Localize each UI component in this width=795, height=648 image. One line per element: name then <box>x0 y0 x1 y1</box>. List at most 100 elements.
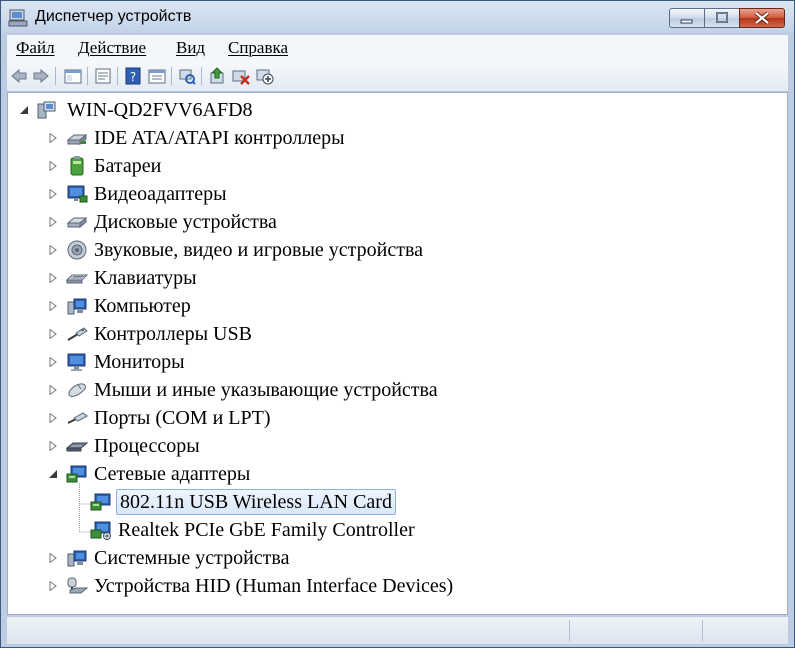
expand-arrow-icon[interactable] <box>48 161 58 171</box>
tree-category[interactable]: Устройства HID (Human Interface Devices) <box>48 573 648 599</box>
expand-arrow-icon[interactable] <box>48 413 58 423</box>
ide-controller-icon <box>66 133 88 146</box>
monitor-icon <box>67 353 86 371</box>
tree-category-network-adapters[interactable]: Сетевые адаптеры <box>48 461 648 487</box>
tree-category[interactable]: Мониторы <box>48 349 648 375</box>
collapse-arrow-icon[interactable] <box>48 469 58 479</box>
tree-category[interactable]: Мыши и иные указывающие устройства <box>48 377 648 403</box>
minimize-button[interactable] <box>669 8 705 28</box>
expand-arrow-icon[interactable] <box>48 217 58 227</box>
category-label: Мониторы <box>94 351 185 373</box>
scan-hardware-icon[interactable] <box>178 67 196 85</box>
hid-icon <box>67 577 88 594</box>
tree-category[interactable]: IDE ATA/ATAPI контроллеры <box>48 125 648 151</box>
close-icon <box>754 11 770 25</box>
category-label: Порты (COM и LPT) <box>94 407 271 429</box>
category-label: Контроллеры USB <box>94 323 252 345</box>
forward-arrow-icon[interactable] <box>32 67 50 85</box>
action-pane-icon[interactable] <box>148 67 166 85</box>
tree-category[interactable]: Компьютер <box>48 293 648 319</box>
tree-category[interactable]: Видеоадаптеры <box>48 181 648 207</box>
back-arrow-icon[interactable] <box>10 67 28 85</box>
expand-arrow-icon[interactable] <box>48 357 58 367</box>
expand-arrow-icon[interactable] <box>48 273 58 283</box>
tree-category[interactable]: Звуковые, видео и игровые устройства <box>48 237 648 263</box>
root-label: WIN-QD2FVV6AFD8 <box>67 99 253 121</box>
device-tree[interactable]: WIN-QD2FVV6AFD8 IDE ATA/ATAPI контроллер… <box>7 92 788 615</box>
menu-bar: Файл Действие Вид Справка <box>7 35 788 61</box>
computer-icon <box>67 298 87 315</box>
uninstall-icon[interactable] <box>232 67 250 85</box>
expand-arrow-icon[interactable] <box>48 133 58 143</box>
category-label: Клавиатуры <box>94 267 197 289</box>
expand-arrow-icon[interactable] <box>48 553 58 563</box>
toolbar-separator <box>201 67 202 85</box>
toolbar-separator <box>117 67 118 85</box>
help-icon[interactable]: ? <box>124 67 142 85</box>
maximize-button[interactable] <box>704 8 740 28</box>
expand-arrow-icon[interactable] <box>48 189 58 199</box>
device-manager-window: Диспетчер устройств Файл Действие Вид Сп… <box>0 0 795 648</box>
menu-action[interactable]: Действие <box>78 38 146 58</box>
network-adapter-icon <box>90 493 111 511</box>
status-bar <box>7 617 788 644</box>
category-label: Компьютер <box>94 295 191 317</box>
toolbar-separator <box>87 67 88 85</box>
tree-category[interactable]: Дисковые устройства <box>48 209 648 235</box>
expand-arrow-icon[interactable] <box>48 329 58 339</box>
system-device-icon <box>67 550 87 567</box>
collapse-arrow-icon[interactable] <box>19 105 29 115</box>
network-adapter-icon <box>66 465 87 483</box>
update-driver-icon[interactable] <box>208 67 226 85</box>
status-cell <box>702 620 787 641</box>
expand-arrow-icon[interactable] <box>48 245 58 255</box>
svg-text:?: ? <box>130 70 136 84</box>
battery-icon <box>70 156 84 176</box>
disk-drive-icon <box>66 216 88 229</box>
expand-arrow-icon[interactable] <box>48 441 58 451</box>
category-label: Мыши и иные указывающие устройства <box>94 379 438 401</box>
title-bar[interactable]: Диспетчер устройств <box>1 1 794 35</box>
disable-device-icon[interactable] <box>256 67 274 85</box>
category-label: Устройства HID (Human Interface Devices) <box>94 575 454 597</box>
toolbar: ? <box>7 61 788 92</box>
category-label: Видеоадаптеры <box>94 183 227 205</box>
category-label: Процессоры <box>94 435 200 457</box>
menu-view[interactable]: Вид <box>176 38 205 58</box>
status-cell <box>569 620 702 641</box>
category-label: Системные устройства <box>94 547 290 569</box>
category-label: Звуковые, видео и игровые устройства <box>94 239 424 261</box>
device-manager-app-icon <box>8 9 28 27</box>
tree-category[interactable]: Клавиатуры <box>48 265 648 291</box>
category-label: Дисковые устройства <box>94 211 277 233</box>
menu-help[interactable]: Справка <box>228 38 288 58</box>
properties-icon[interactable] <box>94 67 112 85</box>
expand-arrow-icon[interactable] <box>48 385 58 395</box>
speaker-icon <box>67 240 87 260</box>
menu-file[interactable]: Файл <box>16 38 55 58</box>
minimize-icon <box>680 19 693 24</box>
window-title: Диспетчер устройств <box>35 8 192 25</box>
tree-device-selected[interactable]: 802.11n USB Wireless LAN Card <box>72 489 672 515</box>
tree-category[interactable]: Процессоры <box>48 433 648 459</box>
tree-category[interactable]: Порты (COM и LPT) <box>48 405 648 431</box>
tree-category[interactable]: Контроллеры USB <box>48 321 648 347</box>
mouse-icon <box>68 383 86 397</box>
usb-icon <box>67 327 88 341</box>
category-label: IDE ATA/ATAPI контроллеры <box>94 127 345 149</box>
processor-icon <box>66 442 88 452</box>
tree-device[interactable]: Realtek PCIe GbE Family Controller <box>72 517 672 543</box>
keyboard-icon <box>66 274 88 284</box>
computer-root-icon <box>37 101 56 119</box>
device-label: Realtek PCIe GbE Family Controller <box>118 519 415 541</box>
expand-arrow-icon[interactable] <box>48 581 58 591</box>
tree-root[interactable]: WIN-QD2FVV6AFD8 <box>19 97 419 123</box>
expand-arrow-icon[interactable] <box>48 301 58 311</box>
tree-category[interactable]: Батареи <box>48 153 648 179</box>
toolbar-separator <box>171 67 172 85</box>
tree-category[interactable]: Системные устройства <box>48 545 648 571</box>
close-button[interactable] <box>739 8 785 28</box>
show-hide-tree-icon[interactable] <box>64 67 82 85</box>
category-label: Батареи <box>94 155 162 177</box>
category-label: Сетевые адаптеры <box>94 463 251 485</box>
